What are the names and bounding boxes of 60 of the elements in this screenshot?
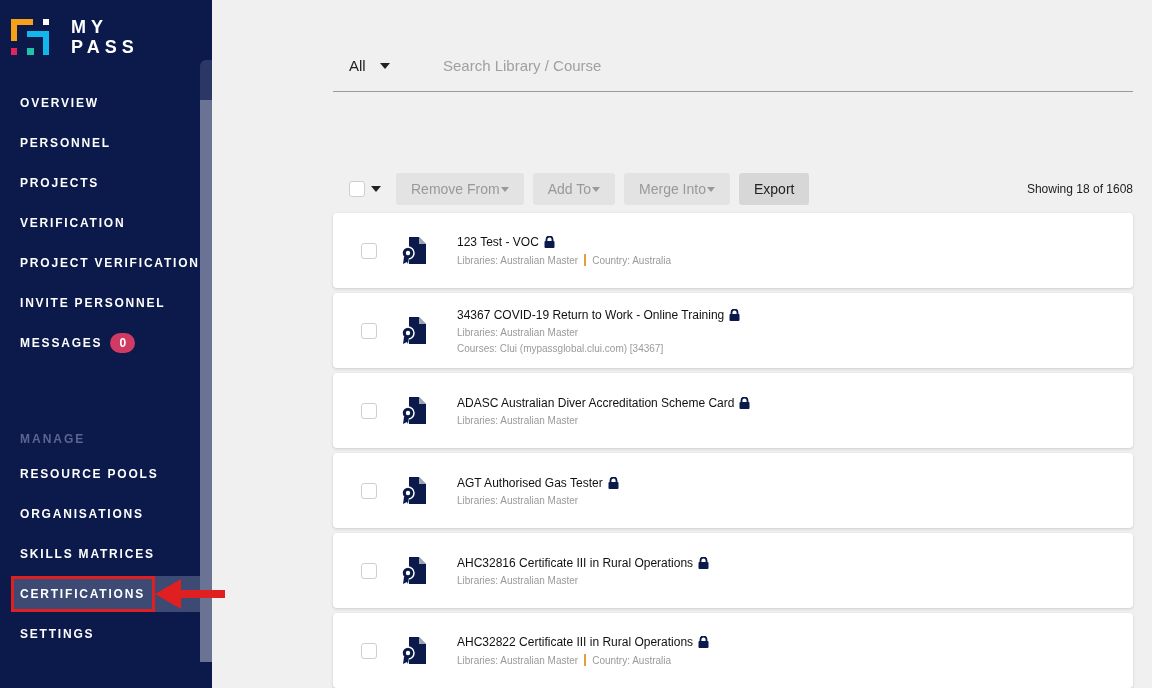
certification-meta: Libraries: Australian Master [457,326,579,338]
certificate-document-icon [401,236,427,265]
nav-item[interactable]: PROJECTS [0,163,200,203]
section-heading: MANAGE [19,430,87,448]
certification-card[interactable]: AHC32822 Certificate III in Rural Operations Libraries: Australian Master Country: Australia [333,613,1133,688]
caret-icon [371,186,381,192]
certification-card[interactable]: AGT Authorised Gas Tester Libraries: Australian Master [333,453,1133,528]
checkbox[interactable] [361,562,377,579]
toolbar-button[interactable]: Export [738,173,810,205]
certification-meta: Country: Australia [592,254,672,266]
certification-card[interactable]: 123 Test - VOC Libraries: Australian Master Country: Australia [333,213,1133,288]
checkbox[interactable] [361,482,377,499]
nav-item[interactable]: SETTINGS [0,614,200,654]
certification-meta: Libraries: Australian Master [457,574,579,586]
nav-item[interactable]: RESOURCE POOLS [0,454,200,494]
brand-name: MY PASS [71,16,139,57]
certification-card[interactable]: 34367 COVID-19 Return to Work - Online Training Libraries: Australian Master Courses: Clui (mypassglobal.clui.com) [34367] [333,293,1133,368]
certificate-document-icon [401,556,427,585]
nav-item[interactable]: ORGANISATIONS [0,494,200,534]
checkbox[interactable] [361,402,377,419]
result-count: Showing 18 of 1608 [1026,182,1133,196]
caret-icon [706,186,715,192]
scope-dropdown[interactable]: All [349,57,429,74]
caret-icon [500,186,509,192]
nav-item[interactable]: CERTIFICATIONS [11,576,200,612]
checkbox[interactable] [349,181,365,197]
certification-title: AHC32822 Certificate III in Rural Operations [457,635,694,649]
nav-item[interactable]: PROJECT VERIFICATION [0,243,200,283]
caret-icon [379,62,390,69]
certification-card[interactable]: ADASC Australian Diver Accreditation Scheme Card Libraries: Australian Master [333,373,1133,448]
checkbox[interactable] [361,322,377,339]
certificate-document-icon [401,396,427,425]
nav-item[interactable]: VERIFICATION [0,203,200,243]
certification-meta: Libraries: Australian Master [457,494,579,506]
certificate-document-icon [401,636,427,665]
certification-meta: Libraries: Australian Master [457,254,579,266]
certification-title: 123 Test - VOC [457,235,539,249]
certification-title: AGT Authorised Gas Tester [457,475,603,490]
nav-item[interactable]: PERSONNEL [0,123,200,163]
caret-icon [592,186,601,192]
certificate-document-icon [401,316,427,345]
scrollbar-thumb[interactable] [200,100,212,662]
logo-icon [11,18,49,55]
checkbox[interactable] [361,242,377,259]
nav-item[interactable]: INVITE PERSONNEL [0,283,200,323]
certification-title: ADASC Australian Diver Accreditation Scheme Card [457,395,735,410]
certification-title: 34367 COVID-19 Return to Work - Online Training [457,307,725,322]
nav-item[interactable]: SKILLS MATRICES [0,534,200,574]
certification-title: AHC32816 Certificate III in Rural Operations [457,555,694,570]
certification-meta: Country: Australia [592,654,672,666]
nav-item[interactable]: MESSAGES 0 [0,323,200,363]
certification-meta: Courses: Clui (mypassglobal.clui.com) [34367] [457,342,664,354]
certification-meta: Libraries: Australian Master [457,654,579,666]
nav-item[interactable]: OVERVIEW [0,83,200,123]
certification-card[interactable]: AHC32816 Certificate III in Rural Operations Libraries: Australian Master [333,533,1133,608]
certification-meta: Libraries: Australian Master [457,414,579,426]
count-badge: 0 [110,333,136,353]
search-field[interactable]: Search Library / Course [441,56,801,75]
certificate-document-icon [401,476,427,505]
checkbox[interactable] [361,642,377,659]
